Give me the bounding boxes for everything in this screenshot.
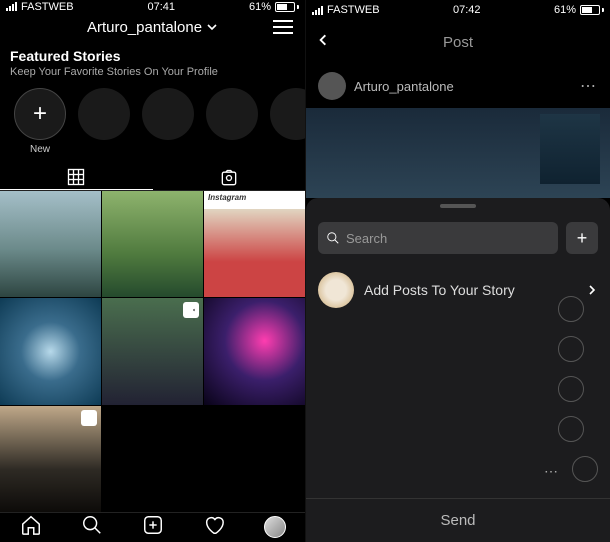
back-button[interactable] (316, 33, 330, 51)
search-placeholder: Search (346, 231, 387, 246)
tab-grid[interactable] (0, 165, 153, 191)
story-avatar-icon (318, 272, 354, 308)
nav-profile[interactable] (264, 516, 286, 538)
battery-percent: 61% (554, 4, 576, 16)
recipient-radio[interactable] (558, 376, 584, 402)
carrier-label: FASTWEB (21, 1, 74, 13)
grid-post[interactable]: Instagram (204, 191, 305, 297)
username-label: Arturo_pantalone (87, 19, 202, 36)
status-bar: FASTWEB 07:41 61% (0, 0, 305, 13)
profile-header: Arturo_pantalone (0, 13, 305, 42)
menu-icon[interactable] (273, 20, 293, 34)
nav-search[interactable] (81, 514, 103, 541)
create-post-icon (142, 514, 164, 536)
grid-empty (102, 406, 203, 512)
battery-icon (580, 5, 604, 15)
author-username: Arturo_pantalone (354, 79, 454, 94)
grid-post[interactable] (102, 298, 203, 404)
post-more-button[interactable]: ⋯ (580, 76, 598, 96)
plus-icon: + (14, 88, 66, 140)
carousel-badge-icon (81, 410, 97, 426)
send-label: Send (440, 512, 475, 529)
post-grid: Instagram (0, 191, 305, 511)
recipient-radio[interactable] (558, 336, 584, 362)
chevron-right-icon (586, 284, 598, 296)
share-sheet: Search + Add Posts To Your Story ⋯ Send (306, 198, 610, 542)
header-title: Post (443, 34, 473, 51)
tagged-icon (219, 168, 239, 188)
signal-icon (312, 6, 323, 15)
avatar-icon (264, 516, 286, 538)
featured-subtitle: Keep Your Favorite Stories On Your Profi… (10, 66, 295, 78)
clock: 07:41 (148, 1, 176, 13)
video-badge-icon (183, 302, 199, 318)
share-sheet-screen: FASTWEB 07:42 61% Post Arturo_pantalone … (305, 0, 610, 542)
bottom-nav (0, 512, 305, 542)
recipient-selectors: ⋯ (544, 296, 598, 482)
recipient-radio[interactable] (558, 296, 584, 322)
grid-post[interactable] (0, 406, 101, 512)
carrier-label: FASTWEB (327, 4, 380, 16)
grid-empty (204, 406, 305, 512)
instagram-app-label: Instagram (208, 193, 246, 202)
send-button[interactable]: Send (306, 498, 610, 542)
recipient-radio[interactable] (558, 416, 584, 442)
nav-create[interactable] (142, 514, 164, 541)
grid-post[interactable] (204, 298, 305, 404)
plus-icon: + (577, 228, 588, 249)
add-story-highlight[interactable]: + New (14, 88, 66, 155)
home-icon (20, 514, 42, 536)
new-highlight-label: New (30, 144, 50, 155)
featured-title: Featured Stories (10, 48, 295, 64)
add-to-story-label: Add Posts To Your Story (364, 282, 515, 298)
nav-home[interactable] (20, 514, 42, 541)
chevron-down-icon (206, 21, 218, 33)
post-image[interactable] (306, 108, 610, 198)
status-bar: FASTWEB 07:42 61% (306, 0, 610, 20)
grid-icon (66, 167, 86, 187)
battery-percent: 61% (249, 1, 271, 13)
grid-post[interactable] (0, 191, 101, 297)
add-recipient-button[interactable]: + (566, 222, 598, 254)
battery-icon (275, 2, 299, 12)
signal-icon (6, 2, 17, 11)
heart-icon (203, 514, 225, 536)
username-dropdown[interactable]: Arturo_pantalone (87, 19, 218, 36)
nav-activity[interactable] (203, 514, 225, 541)
search-icon (326, 231, 340, 245)
profile-screen: FASTWEB 07:41 61% Arturo_pantalone Featu… (0, 0, 305, 542)
profile-tabs (0, 165, 305, 192)
search-icon (81, 514, 103, 536)
tab-tagged[interactable] (153, 165, 306, 191)
author-avatar (318, 72, 346, 100)
sheet-grabber[interactable] (440, 204, 476, 208)
grid-post[interactable] (0, 298, 101, 404)
more-options-icon[interactable]: ⋯ (544, 463, 560, 480)
post-author-row[interactable]: Arturo_pantalone ⋯ (306, 64, 610, 108)
recipient-radio[interactable] (572, 456, 598, 482)
story-highlight-placeholder (78, 88, 130, 155)
grid-post[interactable] (102, 191, 203, 297)
story-highlight-placeholder (142, 88, 194, 155)
chevron-left-icon (316, 33, 330, 47)
post-header: Post (306, 20, 610, 64)
featured-stories: Featured Stories Keep Your Favorite Stor… (0, 42, 305, 165)
search-input[interactable]: Search (318, 222, 558, 254)
clock: 07:42 (453, 4, 481, 16)
story-highlight-placeholder (206, 88, 258, 155)
